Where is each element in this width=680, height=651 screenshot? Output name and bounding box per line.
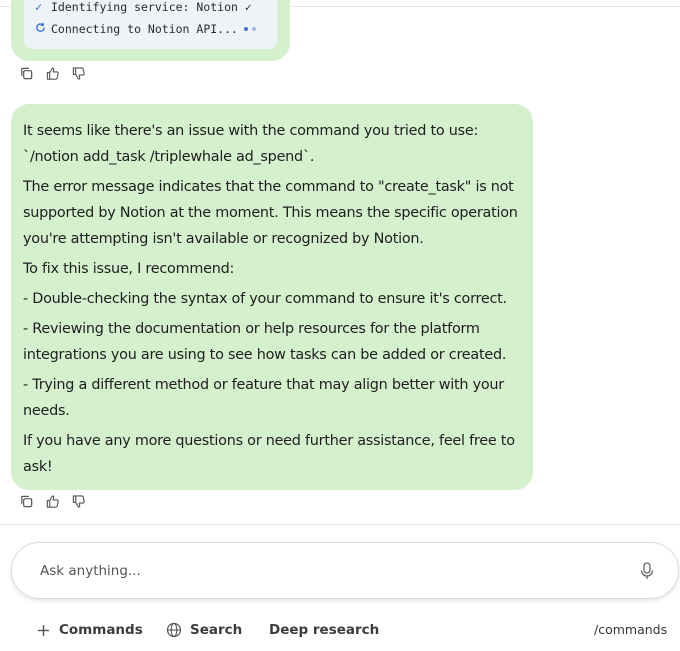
search-button[interactable]: Search: [166, 622, 242, 638]
chat-input[interactable]: [40, 560, 620, 582]
loading-dot: [243, 27, 248, 31]
message-actions: [18, 493, 86, 509]
plus-icon: [35, 622, 51, 638]
microphone-icon[interactable]: [638, 561, 656, 581]
assistant-message-bubble: It seems like there's an issue with the …: [11, 104, 533, 490]
chat-input-container: [11, 542, 679, 599]
thumbs-up-icon[interactable]: [44, 493, 60, 509]
deep-research-label: Deep research: [269, 622, 380, 638]
search-label: Search: [190, 622, 243, 638]
input-divider: [0, 524, 680, 525]
message-paragraph: The error message indicates that the com…: [23, 179, 518, 247]
check-icon: ✓: [35, 0, 43, 14]
copy-icon[interactable]: [18, 493, 34, 509]
message-paragraph: To fix this issue, I recommend:: [23, 261, 235, 277]
tool-status-box: ✓ Identifying service: Notion ✓ Connecti…: [24, 0, 277, 49]
message-paragraph: - Trying a different method or feature t…: [23, 377, 504, 419]
slash-commands-link[interactable]: /commands: [594, 622, 667, 637]
copy-icon[interactable]: [18, 65, 34, 81]
thumbs-up-icon[interactable]: [44, 65, 60, 81]
commands-button[interactable]: Commands: [35, 622, 143, 638]
input-toolbar: Commands Search Deep research /commands: [0, 622, 680, 644]
loading-dots: [243, 27, 256, 31]
message-paragraph: It seems like there's an issue with the …: [23, 123, 479, 165]
thumbs-down-icon[interactable]: [70, 65, 86, 81]
status-line: ✓ Identifying service: Notion ✓: [35, 0, 252, 14]
message-paragraph: - Reviewing the documentation or help re…: [23, 321, 507, 363]
slash-commands-label: /commands: [594, 622, 668, 637]
globe-icon: [166, 622, 182, 638]
status-text: Connecting to Notion API...: [51, 22, 238, 36]
status-line: Connecting to Notion API...: [35, 22, 256, 36]
message-paragraph: If you have any more questions or need f…: [23, 433, 515, 475]
commands-label: Commands: [59, 622, 143, 638]
status-text: Identifying service: Notion ✓: [51, 0, 252, 14]
loading-dot: [251, 27, 256, 31]
message-paragraph: - Double-checking the syntax of your com…: [23, 291, 507, 307]
thumbs-down-icon[interactable]: [70, 493, 86, 509]
message-actions: [18, 65, 86, 81]
deep-research-button[interactable]: Deep research: [269, 622, 379, 638]
refresh-icon: [35, 22, 51, 36]
